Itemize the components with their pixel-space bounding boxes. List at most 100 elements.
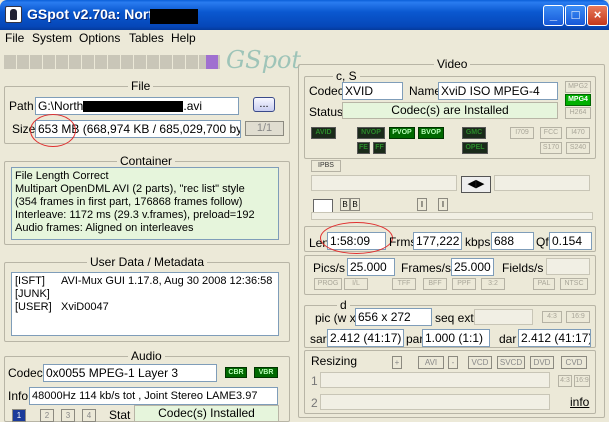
container-line: Audio frames: Aligned on interleaves xyxy=(15,222,194,234)
resize-svcd-button[interactable]: SVCD xyxy=(497,356,525,369)
audio-stream-4[interactable]: 4 xyxy=(82,409,96,422)
gspot-app-icon[interactable] xyxy=(5,6,22,23)
close-button[interactable]: × xyxy=(587,5,608,26)
annotation-circle-size xyxy=(30,114,76,147)
frame-b1: B xyxy=(340,198,350,211)
flag-fe: FE xyxy=(357,142,370,154)
tag-ntsc: NTSC xyxy=(560,278,588,290)
audio-stream-2[interactable]: 2 xyxy=(40,409,54,422)
frame-graph-icon[interactable] xyxy=(313,199,333,213)
audio-stream-1[interactable]: 1 xyxy=(12,409,26,422)
resize-row-2-field xyxy=(320,394,550,410)
tag-mpg4: MPG4 xyxy=(565,94,591,106)
flag-opel: OPEL xyxy=(462,142,488,154)
pics-label: Pics/s xyxy=(313,261,346,275)
resizing-label: Resizing xyxy=(311,354,358,368)
strip-accent xyxy=(206,55,218,69)
userdata-row: [JUNK] xyxy=(15,288,50,300)
size-detail: (668,974 KB / 685,029,700 bytes) xyxy=(82,122,240,136)
menu-tables[interactable]: Tables xyxy=(129,31,164,45)
file-caption: File xyxy=(128,79,154,93)
frame-timeline xyxy=(311,212,593,220)
frame-bar-right xyxy=(494,175,590,191)
frames-label: Frames/s xyxy=(401,261,452,275)
minimize-button[interactable]: _ xyxy=(543,5,564,26)
resize-vcd-button[interactable]: VCD xyxy=(468,356,492,369)
sar-field: 2.412 (41:17) xyxy=(327,329,404,347)
resize-row-2-label: 2 xyxy=(311,396,318,410)
maximize-button[interactable]: □ xyxy=(565,5,586,26)
video-codec-field: XVID xyxy=(342,82,403,100)
flag-ff: FF xyxy=(373,142,386,154)
userdata-row: [ISFT] AVI-Mux GUI 1.17.8, Aug 30 2008 12… xyxy=(15,275,273,287)
resize-minus-button[interactable]: + xyxy=(392,356,402,369)
fields-label: Fields/s xyxy=(502,261,544,275)
seqext-field xyxy=(474,309,533,325)
qf-label: Qf xyxy=(536,235,549,249)
menu-options[interactable]: Options xyxy=(79,31,120,45)
flag-s240: S240 xyxy=(566,142,590,154)
audio-info-field: 48000Hz 114 kb/s tot , Joint Stereo LAME… xyxy=(29,387,278,405)
resize-row-1-field xyxy=(320,372,550,388)
decorative-strip xyxy=(4,55,220,69)
userdata-row: [USER] XviD0047 xyxy=(15,301,109,313)
info-link[interactable]: info xyxy=(570,395,589,409)
video-status-field: Codec(s) are Installed xyxy=(342,102,558,119)
tag-bff: BFF xyxy=(423,278,447,290)
resize-plus-button[interactable]: - xyxy=(448,356,458,369)
frame-nav-icon[interactable]: ◀▶ xyxy=(461,176,491,193)
tag-h264: H264 xyxy=(565,107,591,119)
frames-field: 25.000 xyxy=(451,258,494,276)
tag-32: 3:2 xyxy=(481,278,505,290)
frame-i2: I xyxy=(438,198,448,211)
tag-mpg2: MPG2 xyxy=(565,81,591,93)
kbps-field: 688 xyxy=(491,232,534,250)
tag-aspect-43: 4:3 xyxy=(542,311,562,323)
page-indicator: 1/1 xyxy=(245,121,284,136)
container-info-list: File Length Correct Multipart OpenDML AV… xyxy=(11,167,279,240)
gspot-logo: GSpot xyxy=(226,46,302,74)
container-line: File Length Correct xyxy=(15,170,109,182)
resize-avi-button[interactable]: AVI xyxy=(418,356,444,369)
container-line: Multipart OpenDML AVI (2 parts), "rec li… xyxy=(15,183,245,195)
container-caption: Container xyxy=(117,154,176,168)
path-label: Path xyxy=(9,99,34,113)
audio-stream-3[interactable]: 3 xyxy=(61,409,75,422)
userdata-list[interactable]: [ISFT] AVI-Mux GUI 1.17.8, Aug 30 2008 12… xyxy=(11,272,279,336)
menu-system[interactable]: System xyxy=(32,31,72,45)
userdata-caption: User Data / Metadata xyxy=(87,255,208,269)
seqext-label: seq ext xyxy=(435,311,474,325)
menu-help[interactable]: Help xyxy=(171,31,196,45)
flag-i709: I709 xyxy=(510,127,534,139)
frame-bar-left xyxy=(311,175,457,191)
menu-file[interactable]: File xyxy=(5,31,24,45)
flag-pvop: PVOP xyxy=(389,127,415,139)
audio-codec-field: 0x0055 MPEG-1 Layer 3 xyxy=(43,364,217,382)
resize-tag-43: 4:3 xyxy=(558,375,572,387)
video-status-label: Status xyxy=(309,105,344,119)
video-codec-label: Codec xyxy=(309,84,344,98)
frms-field: 177,222 xyxy=(413,232,462,250)
resize-tag-169: 16:9 xyxy=(574,375,590,387)
d-caption: d xyxy=(337,298,350,312)
audio-info-label: Info xyxy=(8,389,29,403)
container-line: Interleave: 1172 ms (29.3 v.frames), pre… xyxy=(15,209,255,221)
flag-s170: S170 xyxy=(540,142,562,154)
tag-ppf: PPF xyxy=(452,278,476,290)
video-name-label: Name xyxy=(409,84,442,98)
resize-dvd-button[interactable]: DVD xyxy=(530,356,554,369)
flag-fcc: FCC xyxy=(540,127,562,139)
dar-field: 2.412 (41:17) xyxy=(518,329,591,347)
frame-b2: B xyxy=(350,198,360,211)
tag-il: I/L xyxy=(344,278,368,290)
path-suffix: .avi xyxy=(183,99,203,113)
frame-i1: I xyxy=(417,198,427,211)
resize-cvd-button[interactable]: CVD xyxy=(561,356,587,369)
pic-field: 656 x 272 xyxy=(355,308,432,326)
browse-button[interactable]: ... xyxy=(253,97,275,112)
audio-caption: Audio xyxy=(128,349,165,363)
path-field[interactable]: G:\North .avi xyxy=(35,97,239,115)
video-name-field: XviD ISO MPEG-4 xyxy=(438,82,558,100)
qf-field: 0.154 xyxy=(549,232,592,250)
annotation-circle-length xyxy=(320,222,393,254)
